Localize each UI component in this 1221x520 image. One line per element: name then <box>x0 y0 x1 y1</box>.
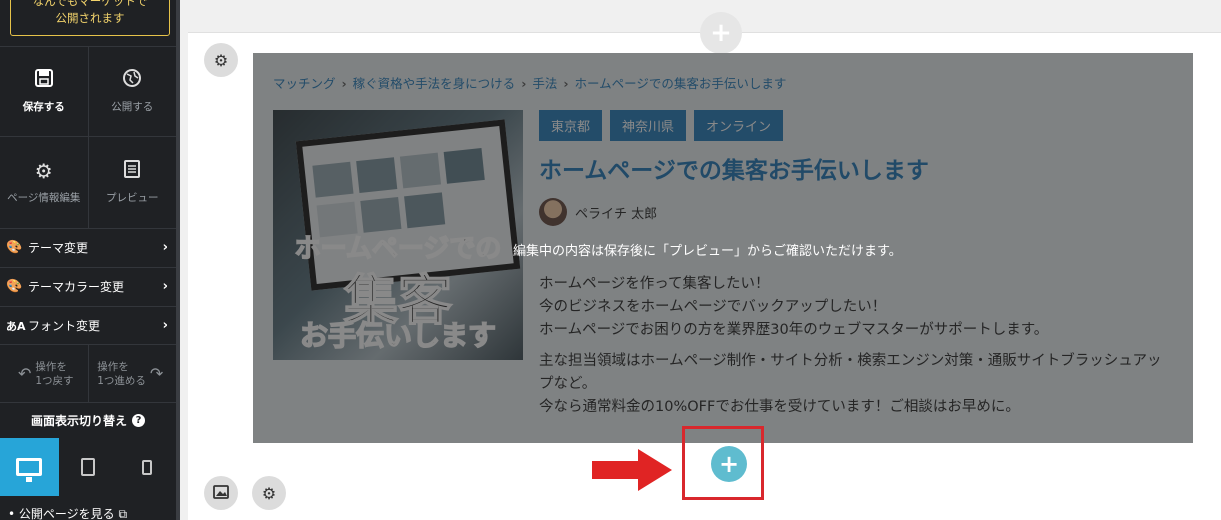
palette-icon: 🎨 <box>6 240 23 255</box>
font-icon: あA <box>6 319 26 333</box>
undo-redo-row: ↶ 操作を 1つ戻す 操作を 1つ進める ↷ <box>0 344 176 402</box>
page-info-label: ページ情報編集 <box>7 192 81 204</box>
external-link-icon: ⧉ <box>118 507 128 520</box>
image-button[interactable] <box>204 476 238 510</box>
editing-note: 編集中の内容は保存後に「プレビュー」からご確認いただけます。 <box>513 244 902 259</box>
editor-canvas: + ⚙ マッチング › 稼ぐ資格や手法を身につける › 手法 › ホームページでの集客お手伝… <box>180 0 1221 520</box>
description-paragraph: ホームページを作って集客したい！ 今のビジネスをホームページでバックアップしたい… <box>539 276 1049 338</box>
monitor-icon <box>16 458 43 482</box>
breadcrumb-separator: › <box>563 76 569 91</box>
plus-icon: + <box>710 18 732 48</box>
info-preview-row: ⚙ ページ情報編集 プレビュー <box>0 136 176 228</box>
document-icon <box>124 160 141 182</box>
gear-icon: ⚙ <box>213 50 229 70</box>
breadcrumb: マッチング › 稼ぐ資格や手法を身につける › 手法 › ホームページでの集客お手伝いします <box>273 73 786 92</box>
display-switch-label: 画面表示切り替え <box>30 414 127 428</box>
service-description: ホームページを作って集客したい！ 今のビジネスをホームページでバックアップしたい… <box>539 273 1169 427</box>
undo-button[interactable]: ↶ 操作を 1つ戻す <box>0 345 89 402</box>
author: ペライチ 太郎 <box>539 198 657 226</box>
author-name: ペライチ 太郎 <box>575 206 658 222</box>
tag[interactable]: 神奈川県 <box>610 110 687 141</box>
save-publish-row: 保存する 公開する <box>0 46 176 136</box>
editor-sidebar: なんでもマーケットで 公開されます 保存する 公開する ⚙ ページ情報編集 プレ… <box>0 0 180 520</box>
breadcrumb-separator: › <box>341 76 347 91</box>
sidebar-item-label: テーマ変更 <box>28 241 89 255</box>
save-label: 保存する <box>22 101 65 113</box>
breadcrumb-item[interactable]: マッチング <box>273 76 336 91</box>
redo-button[interactable]: 操作を 1つ進める ↷ <box>89 345 177 402</box>
tag-list: 東京都 神奈川県 オンライン <box>539 110 784 141</box>
redo-arrow-icon: ↷ <box>149 363 164 383</box>
add-block-top-button[interactable]: + <box>700 12 742 54</box>
chevron-right-icon: › <box>162 318 168 333</box>
thumbnail-text-line: お手伝いします <box>299 318 497 353</box>
preview-label: プレビュー <box>106 192 159 204</box>
save-button[interactable]: 保存する <box>0 47 89 136</box>
bottom-settings-button[interactable]: ⚙ <box>252 476 286 510</box>
red-arrow-icon <box>592 449 672 491</box>
undo-arrow-icon: ↶ <box>17 363 32 383</box>
public-page-link-label: 公開ページを見る <box>18 507 115 520</box>
image-icon <box>213 484 229 503</box>
avatar <box>539 198 567 226</box>
mobile-view-button[interactable] <box>117 438 176 496</box>
device-switcher <box>0 438 176 496</box>
publish-label: 公開する <box>111 101 154 113</box>
tablet-view-button[interactable] <box>59 438 118 496</box>
help-icon[interactable]: ? <box>132 414 145 427</box>
service-title: ホームページでの集客お手伝いします <box>539 158 929 184</box>
description-paragraph: 主な担当領域はホームページ制作・サイト分析・検索エンジン対策・通販サイトブラッシ… <box>539 353 1162 415</box>
breadcrumb-item[interactable]: 手法 <box>532 76 557 91</box>
breadcrumb-separator: › <box>521 76 527 91</box>
chevron-right-icon: › <box>162 279 168 294</box>
sidebar-item-theme-color[interactable]: 🎨 テーマカラー変更 › <box>0 267 176 305</box>
publish-button[interactable]: 公開する <box>89 47 177 136</box>
gear-icon: ⚙ <box>261 483 277 503</box>
palette-icon: 🎨 <box>6 279 23 294</box>
sidebar-item-font[interactable]: あA フォント変更 › <box>0 306 176 344</box>
display-switch-title: 画面表示切り替え ? <box>0 402 176 438</box>
service-thumbnail: ホームページでの 集客 お手伝いします <box>273 110 523 360</box>
add-block-button[interactable]: + <box>711 446 747 482</box>
globe-icon <box>123 69 142 91</box>
desktop-view-button[interactable] <box>0 438 59 496</box>
public-page-link[interactable]: • 公開ページを見る ⧉ <box>8 505 127 520</box>
phone-icon <box>141 459 152 475</box>
preview-button[interactable]: プレビュー <box>89 137 177 228</box>
undo-label: 操作を 1つ戻す <box>35 360 74 387</box>
tablet-icon <box>81 458 95 476</box>
redo-label: 操作を 1つ進める <box>97 360 146 387</box>
block-settings-button[interactable]: ⚙ <box>204 43 238 77</box>
publish-note: なんでもマーケットで 公開されます <box>10 0 170 36</box>
tag[interactable]: 東京都 <box>539 110 603 141</box>
plus-icon: + <box>718 450 740 478</box>
floppy-disk-icon <box>34 69 53 91</box>
sidebar-item-theme[interactable]: 🎨 テーマ変更 › <box>0 228 176 266</box>
breadcrumb-item[interactable]: ホームページでの集客お手伝いします <box>575 76 787 91</box>
page-info-edit-button[interactable]: ⚙ ページ情報編集 <box>0 137 89 228</box>
sidebar-item-label: フォント変更 <box>28 319 101 333</box>
chevron-right-icon: › <box>162 240 168 255</box>
sidebar-item-label: テーマカラー変更 <box>28 280 125 294</box>
tag[interactable]: オンライン <box>694 110 784 141</box>
breadcrumb-item[interactable]: 稼ぐ資格や手法を身につける <box>353 76 516 91</box>
gear-icon: ⚙ <box>34 159 53 183</box>
